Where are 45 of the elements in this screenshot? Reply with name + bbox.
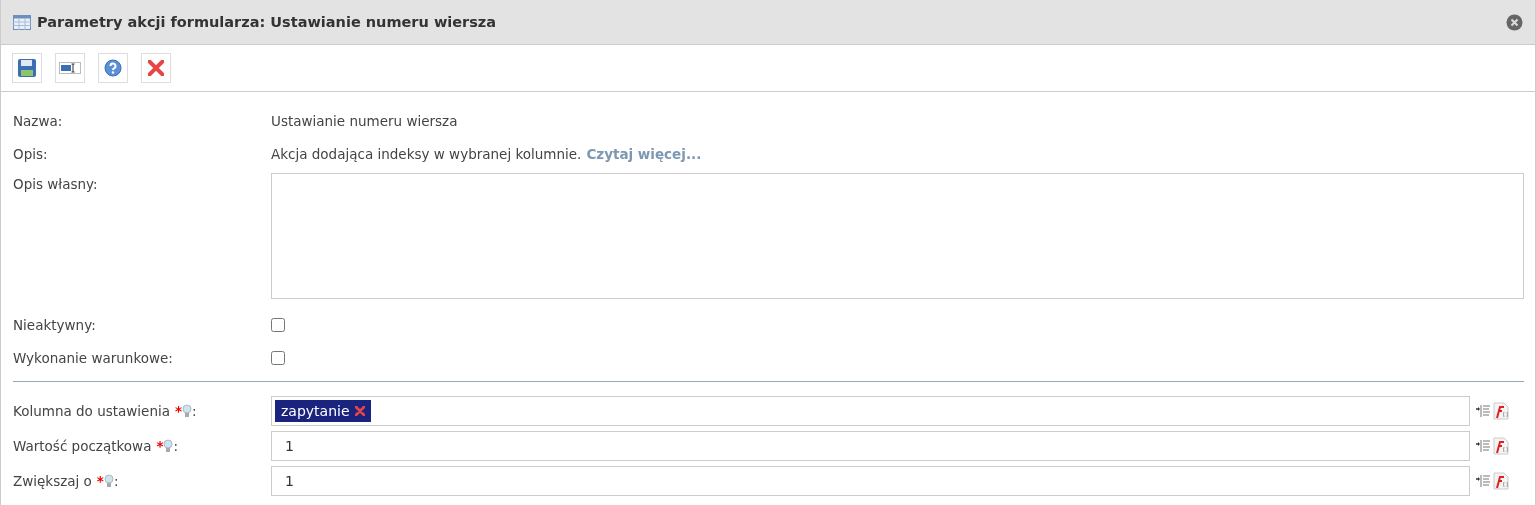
- window-title: Parametry akcji formularza: Ustawianie numeru wiersza: [37, 14, 498, 30]
- required-mark: *: [175, 402, 183, 419]
- checkbox[interactable]: [271, 317, 285, 332]
- help-button[interactable]: [98, 53, 128, 83]
- insert-list-icon[interactable]: [1476, 403, 1490, 418]
- field-label: Kolumna do ustawienia: [13, 402, 170, 419]
- checkbox[interactable]: [271, 350, 285, 365]
- field-label: Opis:: [13, 145, 49, 162]
- help-icon: [104, 59, 122, 77]
- colon: :: [113, 472, 119, 489]
- lightbulb-icon: [163, 438, 174, 453]
- tag: zapytanie: [275, 399, 371, 422]
- input-field[interactable]: 1: [271, 465, 1470, 496]
- field-label: Nieaktywny:: [13, 316, 97, 333]
- field-label: Wartość początkowa: [13, 437, 152, 454]
- field-value: 1: [284, 472, 294, 489]
- function-icon[interactable]: [1493, 436, 1509, 455]
- lightbulb-icon: [182, 403, 193, 418]
- field-label: Zwiększaj o: [13, 472, 92, 489]
- field-label: Opis własny:: [13, 175, 99, 192]
- field-value: Akcja dodająca indeksy w wybranej kolumnie. Czytaj więcej...: [271, 145, 702, 162]
- field-value: 1: [284, 437, 294, 454]
- input-field-icon: [59, 62, 81, 74]
- table-icon: [13, 14, 31, 30]
- required-mark: *: [96, 472, 104, 489]
- save-button[interactable]: [12, 53, 42, 83]
- colon: :: [173, 437, 179, 454]
- cancel-button[interactable]: [141, 53, 171, 83]
- field-value: Ustawianie numeru wiersza: [271, 112, 458, 129]
- description-field[interactable]: [271, 173, 1524, 299]
- lightbulb-icon: [103, 473, 114, 488]
- close-icon[interactable]: [1506, 13, 1523, 31]
- function-icon[interactable]: [1493, 471, 1509, 490]
- insert-list-icon[interactable]: [1476, 473, 1490, 488]
- field-label: Wykonanie warunkowe:: [13, 349, 174, 366]
- field-label: Nazwa:: [13, 112, 64, 129]
- input-field[interactable]: 1: [271, 430, 1470, 461]
- remove-icon[interactable]: [354, 405, 365, 416]
- field-button[interactable]: [55, 53, 85, 83]
- required-mark: *: [156, 437, 164, 454]
- function-icon[interactable]: [1493, 401, 1509, 420]
- colon: :: [192, 402, 197, 419]
- close-icon: [148, 60, 164, 76]
- input-field[interactable]: zapytanie: [271, 395, 1470, 426]
- insert-list-icon[interactable]: [1476, 438, 1490, 453]
